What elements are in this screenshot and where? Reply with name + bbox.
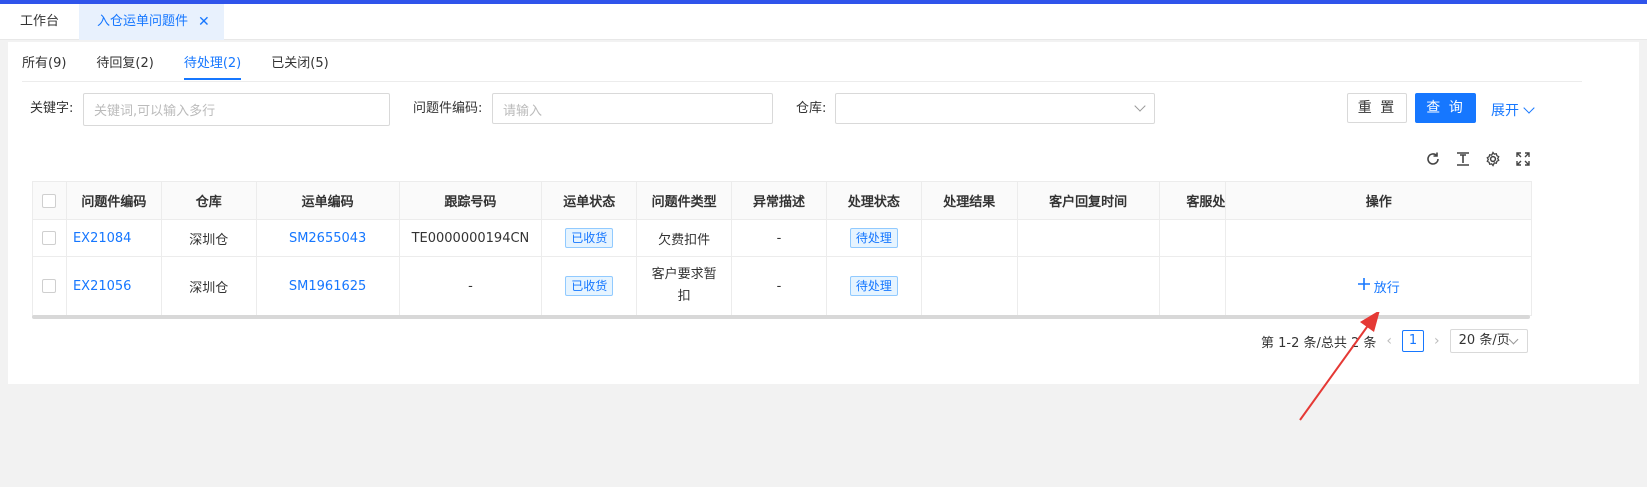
issue-code-cell: EX21084 [67, 220, 162, 256]
keyword-label: 关键字: [30, 101, 74, 116]
col-customer-reply-time[interactable]: 客户回复时间 [1018, 182, 1160, 219]
status-badge: 待处理 [849, 276, 898, 296]
page-number-current[interactable]: 1 [1402, 330, 1425, 352]
actions-cell: 放行 [1226, 257, 1531, 315]
tracking-cell: - [400, 257, 543, 315]
expand-toggle[interactable]: 展开 [1491, 100, 1535, 120]
reset-button[interactable]: 重 置 [1347, 93, 1407, 123]
release-label: 放行 [1373, 280, 1400, 296]
issue-code-input[interactable]: 请输入 [492, 93, 773, 124]
table-header-row: 问题件编码 仓库 运单编码 跟踪号码 运单状态 问题件类型 异常描述 处理状态 … [33, 182, 1531, 220]
waybill-link[interactable]: SM2655043 [289, 231, 366, 246]
actions-cell [1226, 220, 1531, 256]
plus-icon [1357, 278, 1370, 294]
col-waybill-code[interactable]: 运单编码 [257, 182, 400, 219]
col-actions: 操作 [1365, 195, 1392, 210]
table-toolbar [1424, 150, 1532, 168]
row-select-cell [33, 257, 67, 315]
customer-service-cell [1160, 257, 1227, 315]
process-status-cell: 待处理 [827, 220, 922, 256]
fullscreen-icon[interactable] [1514, 150, 1532, 168]
waybill-cell: SM1961625 [257, 257, 400, 315]
waybill-status-cell: 已收货 [542, 220, 638, 256]
reply-time-cell [1018, 257, 1160, 315]
status-badge: 待处理 [849, 228, 898, 248]
waybill-cell: SM2655043 [257, 220, 400, 256]
release-button[interactable]: 放行 [1357, 277, 1400, 296]
col-issue-type[interactable]: 问题件类型 [637, 182, 733, 219]
subtab-closed[interactable]: 已关闭(5) [271, 50, 328, 80]
issue-code-link[interactable]: EX21056 [73, 279, 131, 294]
process-status-cell: 待处理 [827, 257, 922, 315]
col-warehouse[interactable]: 仓库 [162, 182, 257, 219]
issue-code-link[interactable]: EX21084 [73, 231, 131, 246]
issues-table: 问题件编码 仓库 运单编码 跟踪号码 运单状态 问题件类型 异常描述 处理状态 … [32, 181, 1532, 316]
close-icon[interactable]: ✕ [198, 4, 210, 40]
subtab-divider [22, 81, 1582, 82]
col-customer-service[interactable]: 客服处 [1160, 182, 1227, 219]
chevron-down-icon [1523, 102, 1535, 114]
exception-desc-cell: - [732, 257, 827, 315]
col-waybill-status[interactable]: 运单状态 [542, 182, 638, 219]
waybill-status-cell: 已收货 [542, 257, 638, 315]
query-button[interactable]: 查 询 [1415, 93, 1476, 123]
issue-type-cell: 客户要求暂扣 [637, 257, 733, 315]
row-checkbox[interactable] [42, 231, 57, 245]
col-exception-desc[interactable]: 异常描述 [732, 182, 827, 219]
process-result-cell [922, 220, 1018, 256]
exception-desc-cell: - [732, 220, 827, 256]
table-row: EX21084 深圳仓 SM2655043 TE0000000194CN 已收货… [33, 220, 1531, 257]
col-process-status[interactable]: 处理状态 [827, 182, 922, 219]
warehouse-select[interactable] [835, 93, 1155, 124]
select-all-checkbox[interactable] [42, 193, 57, 208]
next-page-icon[interactable]: › [1434, 333, 1440, 349]
issue-code-cell: EX21056 [67, 257, 162, 315]
page-size-value: 20 条/页 [1458, 333, 1510, 348]
row-select-cell [33, 220, 67, 256]
col-tracking-number[interactable]: 跟踪号码 [400, 182, 543, 219]
issue-code-label: 问题件编码: [413, 101, 483, 116]
col-process-result[interactable]: 处理结果 [922, 182, 1018, 219]
issue-type-cell: 欠费扣件 [637, 220, 733, 256]
table-row: EX21056 深圳仓 SM1961625 - 已收货 客户要求暂扣 - 待处理… [33, 257, 1531, 315]
warehouse-cell: 深圳仓 [162, 257, 257, 315]
tab-workbench[interactable]: 工作台 [0, 4, 79, 40]
annotation-arrow-icon [1299, 312, 1380, 421]
select-all-cell [33, 182, 67, 219]
status-subtabs: 所有(9) 待回复(2) 待处理(2) 已关闭(5) [22, 50, 359, 80]
tab-label: 入仓运单问题件 [97, 14, 189, 29]
status-badge: 已收货 [565, 276, 614, 296]
gear-icon[interactable] [1484, 150, 1502, 168]
subtab-pending[interactable]: 待处理(2) [183, 50, 242, 80]
row-checkbox[interactable] [42, 279, 57, 293]
reply-time-cell [1018, 220, 1160, 256]
tracking-cell: TE0000000194CN [400, 220, 543, 256]
customer-service-cell [1160, 220, 1227, 256]
main-panel: 所有(9) 待回复(2) 待处理(2) 已关闭(5) 关键字: 关键词,可以输入… [8, 42, 1639, 421]
process-result-cell [922, 257, 1018, 315]
subtab-all[interactable]: 所有(9) [22, 50, 66, 80]
refresh-icon[interactable] [1424, 150, 1442, 168]
tab-inbound-waybill-issues[interactable]: 入仓运单问题件 ✕ [79, 4, 224, 40]
tab-bar: 工作台 入仓运单问题件 ✕ [0, 4, 1647, 40]
keyword-textarea[interactable]: 关键词,可以输入多行 [83, 93, 390, 126]
warehouse-cell: 深圳仓 [162, 220, 257, 256]
chevron-down-icon [1134, 100, 1146, 112]
waybill-link[interactable]: SM1961625 [289, 279, 366, 294]
warehouse-label: 仓库: [796, 101, 827, 116]
expand-label: 展开 [1491, 103, 1519, 119]
subtab-awaiting-reply[interactable]: 待回复(2) [96, 50, 153, 80]
col-issue-code[interactable]: 问题件编码 [67, 182, 162, 219]
page-size-select[interactable]: 20 条/页 [1449, 329, 1528, 353]
density-icon[interactable] [1454, 150, 1472, 168]
status-badge: 已收货 [565, 228, 614, 248]
